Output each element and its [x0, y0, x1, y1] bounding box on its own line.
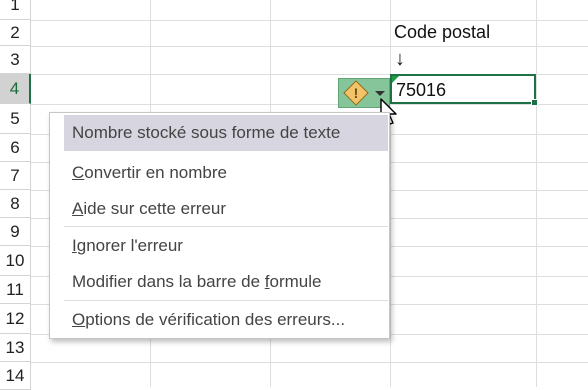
- warning-icon-glyph: !: [353, 85, 359, 101]
- row-header-1[interactable]: 1: [0, 0, 31, 20]
- row-header-3[interactable]: 3: [0, 46, 31, 74]
- row-gridline: [31, 20, 588, 21]
- menu-item-text: Modifier dans la barre de: [72, 272, 265, 291]
- menu-item-convert-to-number[interactable]: Convertir en nombre: [64, 155, 388, 191]
- fill-handle[interactable]: [531, 99, 538, 106]
- menu-separator: [64, 300, 388, 301]
- column-gridline: [536, 0, 537, 387]
- row-gridline: [31, 362, 588, 363]
- row-gridline: [31, 46, 588, 47]
- column-gridline: [390, 0, 391, 387]
- menu-item-help-on-error[interactable]: Aide sur cette erreur: [64, 191, 388, 227]
- row-header-6[interactable]: 6: [0, 134, 31, 162]
- error-context-menu[interactable]: Nombre stocké sous forme de texte Conver…: [49, 112, 390, 339]
- row-header-10[interactable]: 10: [0, 246, 31, 276]
- row-header-4[interactable]: 4: [0, 74, 31, 104]
- row-header-5[interactable]: 5: [0, 104, 31, 134]
- row-header-9[interactable]: 9: [0, 218, 31, 246]
- row-header-8[interactable]: 8: [0, 190, 31, 218]
- menu-item-accelerator: A: [72, 199, 84, 218]
- menu-separator: [64, 226, 388, 227]
- row-header-11[interactable]: 11: [0, 276, 31, 304]
- menu-item-text: onvertir en nombre: [84, 163, 227, 182]
- row-gridline: [31, 104, 588, 105]
- menu-item-edit-in-formula-bar[interactable]: Modifier dans la barre de formule: [64, 264, 388, 300]
- spreadsheet-grid[interactable]: 1 2 3 4 5 6 7 8 9 10 11 12 13 14 Code po…: [0, 0, 588, 390]
- active-cell-value: 75016: [396, 80, 447, 100]
- menu-item-text: ide sur cette erreur: [83, 199, 227, 218]
- row-header-12[interactable]: 12: [0, 304, 31, 334]
- row-header-14[interactable]: 14: [0, 362, 31, 390]
- menu-item-accelerator: O: [72, 310, 86, 329]
- menu-item-text: ormule: [269, 272, 322, 291]
- row-header-2[interactable]: 2: [0, 20, 31, 46]
- menu-item-error-checking-options[interactable]: Options de vérification des erreurs...: [64, 302, 388, 338]
- row-header-13[interactable]: 13: [0, 334, 31, 362]
- row-header-7[interactable]: 7: [0, 162, 31, 190]
- caret-down-icon[interactable]: [375, 91, 385, 96]
- cell-label-code-postal[interactable]: Code postal: [394, 22, 490, 43]
- down-arrow-icon: ↓: [395, 48, 405, 70]
- menu-header-number-stored-as-text: Nombre stocké sous forme de texte: [64, 115, 388, 151]
- menu-item-text: gnorer l'erreur: [76, 236, 183, 255]
- menu-item-text: ptions de vérification des erreurs...: [85, 310, 346, 329]
- menu-item-accelerator: C: [72, 163, 85, 182]
- menu-item-ignore-error[interactable]: Ignorer l'erreur: [64, 228, 388, 264]
- active-cell[interactable]: 75016: [390, 74, 538, 106]
